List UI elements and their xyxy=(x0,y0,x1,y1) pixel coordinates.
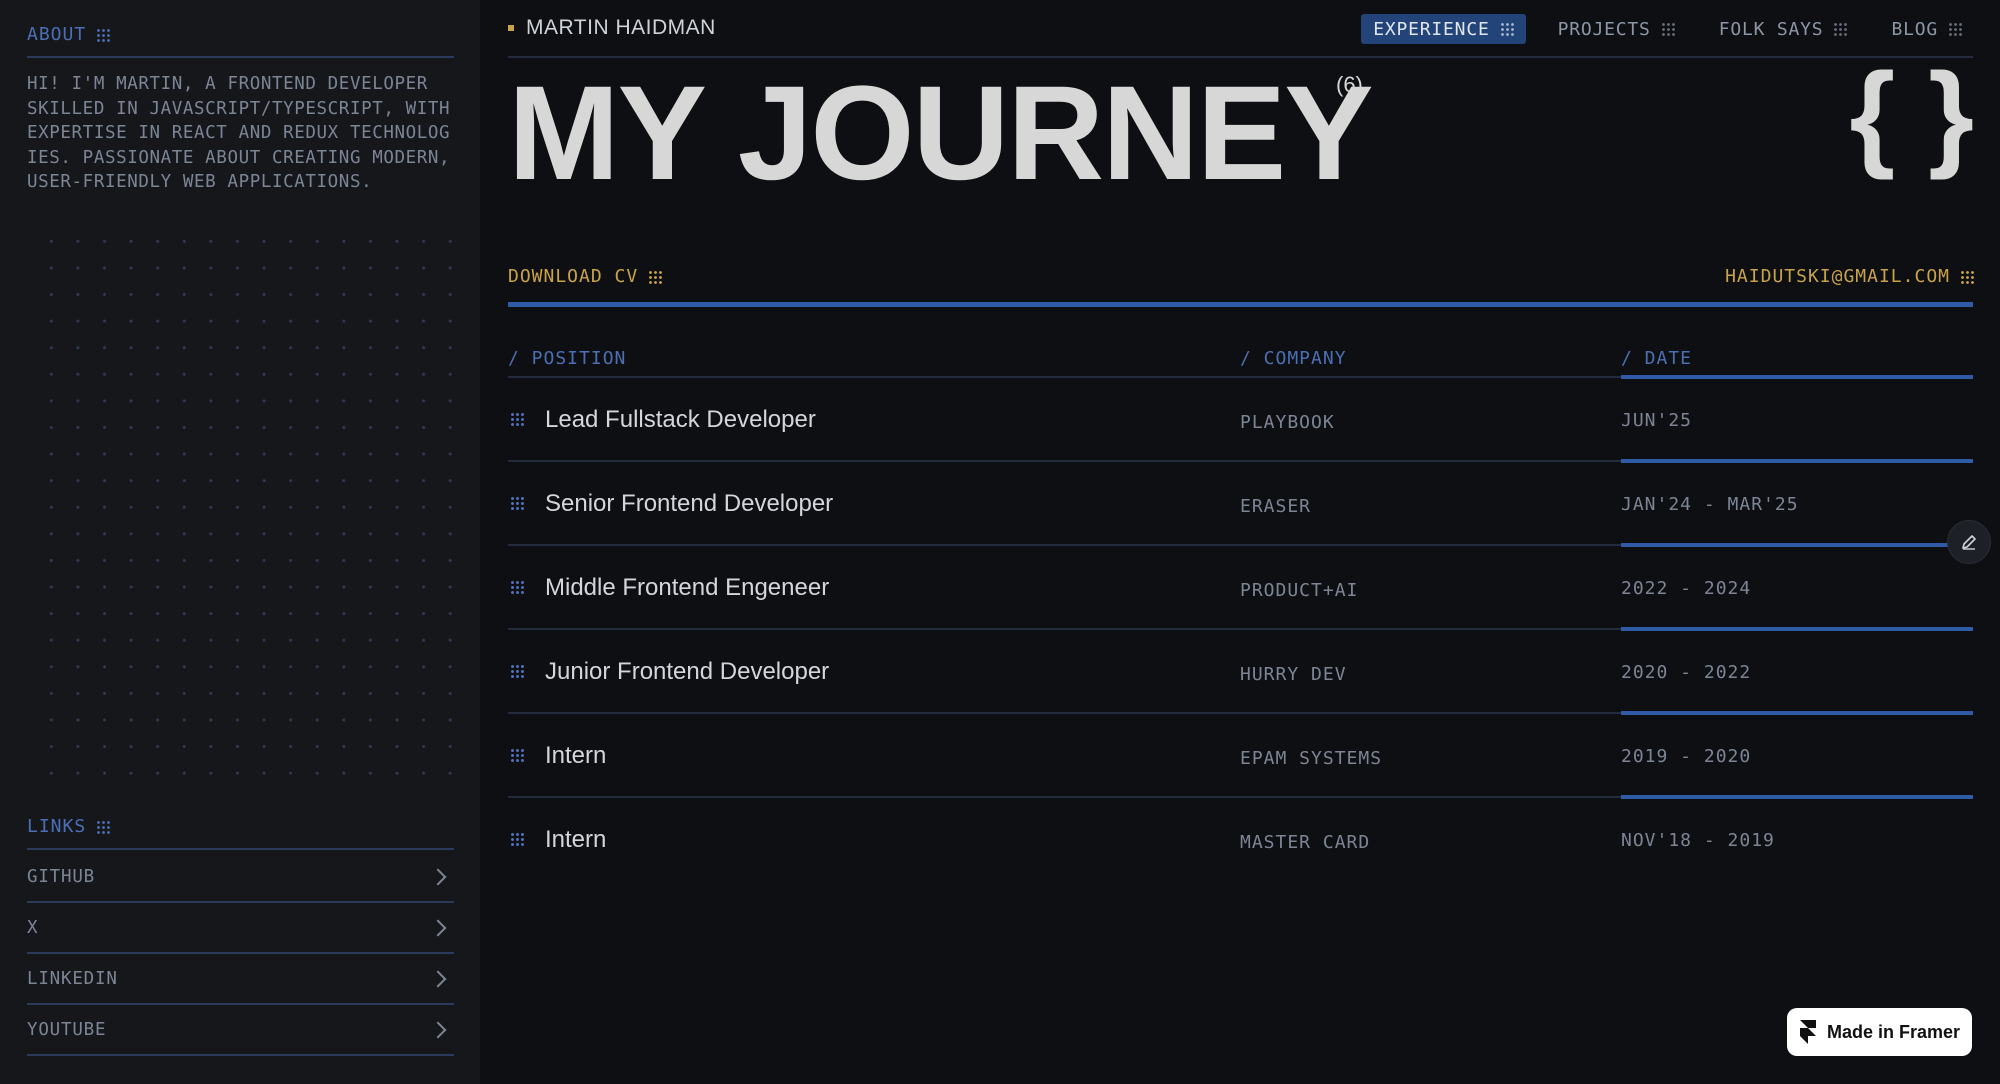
about-header: ABOUT xyxy=(27,24,454,58)
company-cell: ERASER xyxy=(1240,496,1312,517)
position-cell: Intern xyxy=(545,742,607,769)
link-youtube[interactable]: YOUTUBE xyxy=(27,1006,454,1056)
column-header-position: / POSITION xyxy=(508,348,627,369)
dot-grid-icon xyxy=(1960,269,1974,284)
download-cv-label: DOWNLOAD CV xyxy=(508,266,639,287)
links-title: LINKS xyxy=(27,816,87,837)
dot-grid-icon xyxy=(1833,22,1848,36)
edit-button[interactable] xyxy=(1947,520,1991,564)
chevron-right-icon xyxy=(429,919,447,937)
drag-handle-icon xyxy=(510,412,524,428)
nav-experience[interactable]: EXPERIENCE xyxy=(1361,14,1526,44)
brand[interactable]: MARTIN HAIDMAN xyxy=(508,16,716,40)
made-in-framer-badge[interactable]: Made in Framer xyxy=(1787,1008,1972,1056)
accent-divider xyxy=(508,302,1973,307)
nav-projects[interactable]: PROJECTS xyxy=(1546,14,1687,44)
dot-grid-icon xyxy=(96,820,111,834)
about-title: ABOUT xyxy=(27,24,87,45)
link-label: YOUTUBE xyxy=(27,1020,107,1040)
brand-dot-icon xyxy=(508,25,514,31)
links-header: LINKS xyxy=(27,816,454,850)
email-link[interactable]: HAIDUTSKI@GMAIL.COM xyxy=(1725,266,1974,287)
braces-logo: { } xyxy=(1849,49,1974,181)
divider xyxy=(508,56,1973,58)
chevron-right-icon xyxy=(429,1021,447,1039)
drag-handle-icon xyxy=(510,748,524,764)
table-row[interactable]: Intern MASTER CARD NOV'18 - 2019 xyxy=(508,798,1973,882)
link-label: GITHUB xyxy=(27,867,96,887)
table-row[interactable]: Middle Frontend Engeneer PRODUCT+AI 2022… xyxy=(508,546,1973,631)
table-row[interactable]: Senior Frontend Developer ERASER JAN'24 … xyxy=(508,462,1973,547)
table-row[interactable]: Intern EPAM SYSTEMS 2019 - 2020 xyxy=(508,714,1973,799)
company-cell: EPAM SYSTEMS xyxy=(1240,748,1383,769)
drag-handle-icon xyxy=(510,496,524,512)
framer-logo-icon xyxy=(1799,1020,1816,1044)
date-cell: JAN'24 - MAR'25 xyxy=(1621,494,1799,515)
dot-pattern-decoration xyxy=(38,228,454,776)
badge-label: Made in Framer xyxy=(1826,1021,1961,1042)
drag-handle-icon xyxy=(510,580,524,596)
nav-label: BLOG xyxy=(1891,18,1938,40)
column-header-company: / COMPANY xyxy=(1240,348,1347,369)
company-cell: PRODUCT+AI xyxy=(1240,580,1359,601)
drag-handle-icon xyxy=(510,664,524,680)
company-cell: PLAYBOOK xyxy=(1240,412,1335,433)
column-header-date: / DATE xyxy=(1621,348,1693,369)
nav-blog[interactable]: BLOG xyxy=(1879,14,1974,44)
about-text: HI! I'M MARTIN, A FRONTEND DEVELOPER SKI… xyxy=(27,74,451,193)
page-title: MY JOURNEY xyxy=(508,59,1374,208)
sidebar: ABOUT HI! I'M MARTIN, A FRONTEND DEVELOP… xyxy=(0,0,480,1084)
nav-label: EXPERIENCE xyxy=(1373,18,1490,40)
date-cell: 2022 - 2024 xyxy=(1621,578,1752,599)
position-cell: Senior Frontend Developer xyxy=(545,490,834,517)
dot-grid-icon xyxy=(96,28,111,42)
link-label: X xyxy=(27,918,39,938)
table-row[interactable]: Junior Frontend Developer HURRY DEV 2020… xyxy=(508,630,1973,715)
date-cell: 2019 - 2020 xyxy=(1621,746,1752,767)
dot-grid-icon xyxy=(1660,22,1675,36)
link-github[interactable]: GITHUB xyxy=(27,853,454,903)
position-cell: Intern xyxy=(545,826,607,853)
dot-grid-icon xyxy=(648,269,663,284)
drag-handle-icon xyxy=(510,832,524,848)
link-x[interactable]: X xyxy=(27,904,454,954)
chevron-right-icon xyxy=(429,970,447,988)
top-nav: EXPERIENCE PROJECTS FOLK SAYS BLOG xyxy=(1361,14,1974,44)
table-row[interactable]: Lead Fullstack Developer PLAYBOOK JUN'25 xyxy=(508,378,1973,463)
position-cell: Junior Frontend Developer xyxy=(545,658,830,685)
nav-label: PROJECTS xyxy=(1557,18,1651,40)
dot-grid-icon xyxy=(1948,22,1962,36)
pencil-icon xyxy=(1962,535,1976,550)
brand-name: MARTIN HAIDMAN xyxy=(526,16,716,39)
company-cell: MASTER CARD xyxy=(1240,832,1371,853)
nav-folk-says[interactable]: FOLK SAYS xyxy=(1707,14,1860,44)
email-label: HAIDUTSKI@GMAIL.COM xyxy=(1725,266,1950,287)
entry-count: (6) xyxy=(1336,72,1363,97)
date-cell: JUN'25 xyxy=(1621,410,1693,431)
date-cell: NOV'18 - 2019 xyxy=(1621,830,1775,851)
position-cell: Lead Fullstack Developer xyxy=(545,406,816,433)
date-cell: 2020 - 2022 xyxy=(1621,662,1752,683)
position-cell: Middle Frontend Engeneer xyxy=(545,574,830,601)
download-cv-link[interactable]: DOWNLOAD CV xyxy=(508,266,663,287)
link-label: LINKEDIN xyxy=(27,969,118,989)
link-linkedin[interactable]: LINKEDIN xyxy=(27,955,454,1005)
chevron-right-icon xyxy=(429,868,447,886)
dot-grid-icon xyxy=(1499,22,1514,36)
company-cell: HURRY DEV xyxy=(1240,664,1347,685)
nav-label: FOLK SAYS xyxy=(1718,18,1824,40)
